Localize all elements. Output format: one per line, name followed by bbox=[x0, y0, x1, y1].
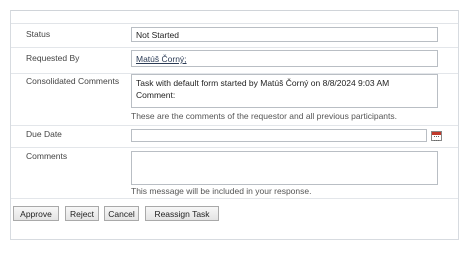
status-label: Status bbox=[26, 29, 51, 39]
comments-textarea[interactable] bbox=[131, 151, 438, 185]
consolidated-comments-line2: Comment: bbox=[136, 90, 176, 100]
consolidated-comments-box: Task with default form started by Matúš … bbox=[131, 74, 438, 108]
comments-label: Comments bbox=[26, 151, 68, 161]
reassign-task-button[interactable]: Reassign Task bbox=[145, 206, 219, 221]
task-form-panel: Status Not Started Requested By Matúš Čo… bbox=[10, 10, 459, 240]
comments-hint: This message will be included in your re… bbox=[131, 186, 312, 196]
consolidated-comments-label: Consolidated Comments bbox=[26, 76, 120, 86]
approve-button[interactable]: Approve bbox=[13, 206, 59, 221]
status-row: Status Not Started bbox=[11, 24, 458, 48]
reject-button[interactable]: Reject bbox=[65, 206, 99, 221]
due-date-row: Due Date bbox=[11, 126, 458, 148]
due-date-label: Due Date bbox=[26, 129, 62, 139]
requested-by-label: Requested By bbox=[26, 53, 80, 63]
requested-by-field[interactable]: Matúš Čorný; bbox=[131, 50, 438, 67]
consolidated-comments-line1: Task with default form started by Matúš … bbox=[136, 78, 390, 88]
comments-row: Comments This message will be included i… bbox=[11, 148, 458, 199]
cancel-button[interactable]: Cancel bbox=[104, 206, 139, 221]
requested-by-row: Requested By Matúš Čorný; bbox=[11, 48, 458, 74]
calendar-icon[interactable] bbox=[431, 131, 442, 141]
status-field: Not Started bbox=[131, 27, 438, 42]
requested-by-user-link[interactable]: Matúš Čorný; bbox=[136, 54, 187, 64]
consolidated-comments-row: Consolidated Comments Task with default … bbox=[11, 74, 458, 126]
consolidated-comments-hint: These are the comments of the requestor … bbox=[131, 111, 398, 121]
due-date-input[interactable] bbox=[131, 129, 427, 142]
